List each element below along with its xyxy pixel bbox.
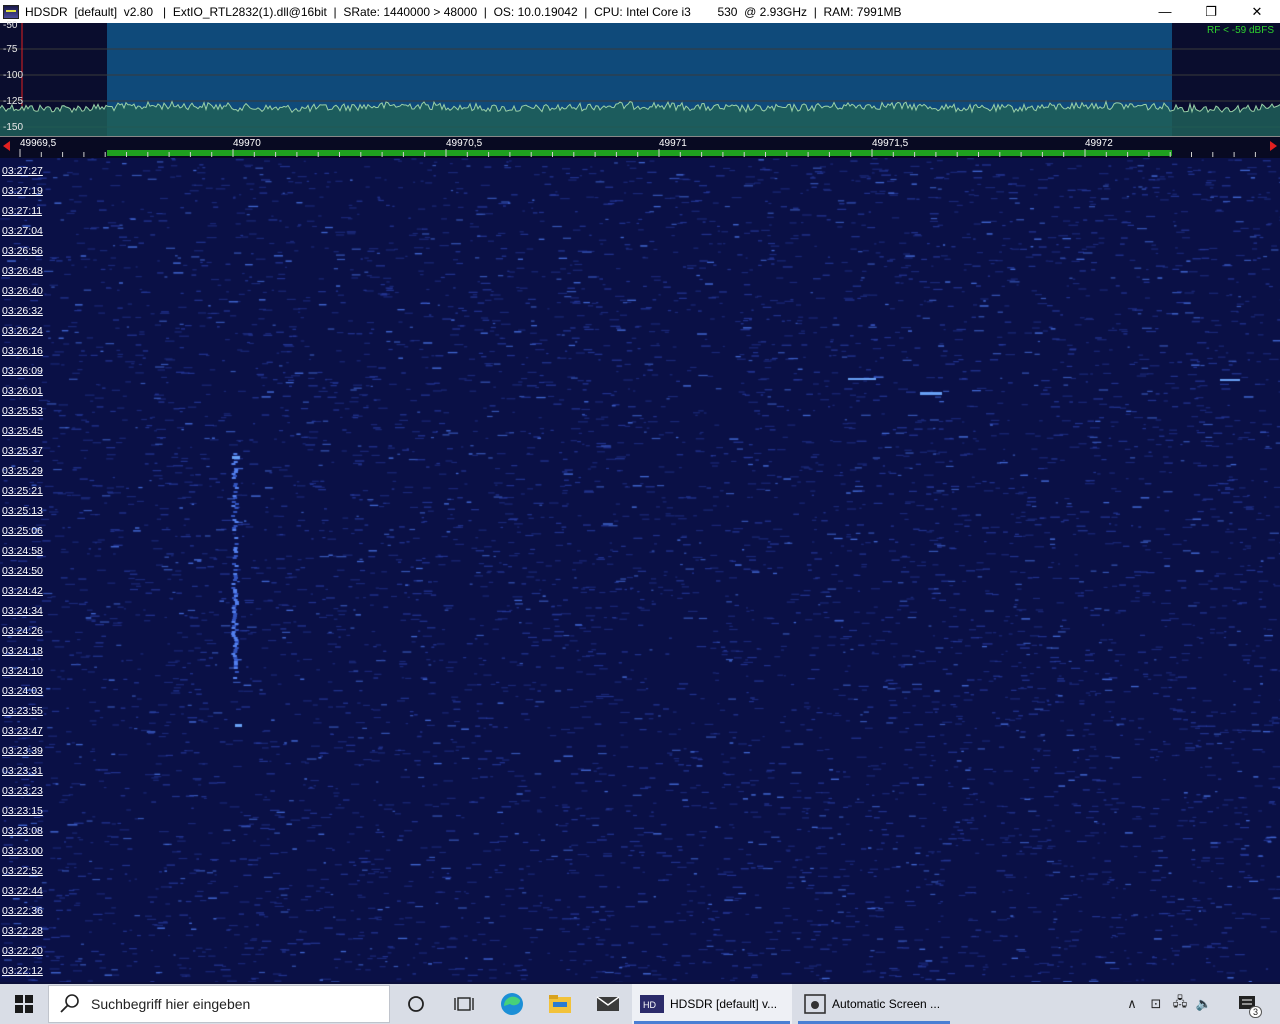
waterfall-canvas bbox=[0, 158, 1280, 982]
timestamp-label: 03:23:15 bbox=[2, 805, 43, 817]
volume-icon[interactable]: 🔈 bbox=[1192, 984, 1216, 1024]
timestamp-label: 03:26:32 bbox=[2, 305, 43, 317]
timestamp-label: 03:24:26 bbox=[2, 625, 43, 637]
timestamp-label: 03:27:27 bbox=[2, 165, 43, 177]
start-button[interactable] bbox=[0, 984, 48, 1024]
title-bar: HDSDR [default] v2.80 | ExtIO_RTL2832(1)… bbox=[0, 0, 1280, 24]
edge-browser-button[interactable] bbox=[488, 984, 536, 1024]
timestamp-label: 03:22:52 bbox=[2, 865, 43, 877]
edge-icon bbox=[501, 993, 523, 1015]
action-center-button[interactable]: 3 bbox=[1216, 984, 1280, 1024]
cortana-button[interactable] bbox=[392, 984, 440, 1024]
network-icon[interactable]: 🖧 bbox=[1168, 984, 1192, 1024]
db-label: -125 bbox=[3, 96, 24, 107]
timestamp-label: 03:22:12 bbox=[2, 965, 43, 977]
cortana-circle-icon bbox=[408, 996, 424, 1012]
timestamp-label: 03:24:03 bbox=[2, 685, 43, 697]
mail-button[interactable] bbox=[584, 984, 632, 1024]
taskbar-app-label: HDSDR [default] v... bbox=[670, 997, 778, 1011]
minimize-button[interactable]: — bbox=[1142, 0, 1188, 23]
taskbar-search-box[interactable]: Suchbegriff hier eingeben bbox=[48, 985, 390, 1023]
timestamp-label: 03:26:01 bbox=[2, 385, 43, 397]
timestamp-label: 03:26:56 bbox=[2, 245, 43, 257]
timestamp-label: 03:23:47 bbox=[2, 725, 43, 737]
frequency-scale[interactable]: 49969,5 49970 49970,5 49971 49971,5 4997… bbox=[0, 136, 1280, 158]
window-title: HDSDR [default] v2.80 | ExtIO_RTL2832(1)… bbox=[25, 4, 902, 19]
timestamp-label: 03:24:42 bbox=[2, 585, 43, 597]
timestamp-label: 03:26:24 bbox=[2, 325, 43, 337]
timestamp-label: 03:24:34 bbox=[2, 605, 43, 617]
search-placeholder: Suchbegriff hier eingeben bbox=[91, 996, 251, 1012]
search-icon bbox=[60, 994, 79, 1013]
db-label: -75 bbox=[3, 44, 18, 55]
device-icon[interactable]: ⊡ bbox=[1144, 984, 1168, 1024]
timestamp-label: 03:24:18 bbox=[2, 645, 43, 657]
timestamp-label: 03:26:48 bbox=[2, 265, 43, 277]
rf-level-status: RF < -59 dBFS bbox=[1207, 25, 1274, 36]
hdsdr-app-icon[interactable] bbox=[3, 4, 19, 19]
waterfall-display[interactable]: 03:27:27 03:27:19 03:27:11 03:27:04 03:26:56… bbox=[0, 158, 1280, 982]
timestamp-label: 03:25:13 bbox=[2, 505, 43, 517]
timestamp-label: 03:26:16 bbox=[2, 345, 43, 357]
timestamp-label: 03:25:37 bbox=[2, 445, 43, 457]
timestamp-label: 03:23:39 bbox=[2, 745, 43, 757]
timestamp-label: 03:25:45 bbox=[2, 425, 43, 437]
taskbar-app-label: Automatic Screen ... bbox=[832, 997, 941, 1011]
db-label: -50 bbox=[3, 20, 18, 31]
windows-taskbar: Suchbegriff hier eingeben HD HDSDR [defa… bbox=[0, 984, 1280, 1024]
show-hidden-icons-chevron-icon[interactable]: ∧ bbox=[1120, 984, 1144, 1024]
camera-app-icon bbox=[804, 994, 826, 1014]
taskbar-app-hdsdr[interactable]: HD HDSDR [default] v... bbox=[632, 984, 792, 1024]
timestamp-label: 03:23:55 bbox=[2, 705, 43, 717]
notification-count-badge: 3 bbox=[1248, 1006, 1262, 1018]
folder-icon bbox=[549, 995, 571, 1013]
timestamp-label: 03:26:40 bbox=[2, 285, 43, 297]
file-explorer-button[interactable] bbox=[536, 984, 584, 1024]
timestamp-label: 03:27:04 bbox=[2, 225, 43, 237]
timestamp-label: 03:27:19 bbox=[2, 185, 43, 197]
task-view-button[interactable] bbox=[440, 984, 488, 1024]
windows-logo-icon bbox=[15, 995, 33, 1013]
window-controls: — ❐ ✕ bbox=[1142, 0, 1280, 23]
timestamp-label: 03:23:23 bbox=[2, 785, 43, 797]
svg-text:HD: HD bbox=[643, 1000, 656, 1010]
mail-icon bbox=[596, 996, 620, 1011]
timestamp-label: 03:25:29 bbox=[2, 465, 43, 477]
scale-ticks bbox=[19, 149, 1256, 157]
spectrum-display[interactable]: -50 -75 -100 -125 -150 RF < -59 dBFS bbox=[0, 20, 1280, 136]
hdsdr-taskbar-icon: HD bbox=[640, 995, 664, 1013]
timestamp-label: 03:23:31 bbox=[2, 765, 43, 777]
timestamp-label: 03:24:58 bbox=[2, 545, 43, 557]
task-view-icon bbox=[454, 997, 474, 1011]
timestamp-label: 03:23:08 bbox=[2, 825, 43, 837]
timestamp-label: 03:25:21 bbox=[2, 485, 43, 497]
timestamp-label: 03:25:53 bbox=[2, 405, 43, 417]
timestamp-label: 03:25:06 bbox=[2, 525, 43, 537]
timestamp-label: 03:22:36 bbox=[2, 905, 43, 917]
system-tray: ∧ ⊡ 🖧 🔈 3 bbox=[1120, 984, 1280, 1024]
timestamp-label: 03:22:28 bbox=[2, 925, 43, 937]
timestamp-label: 03:22:20 bbox=[2, 945, 43, 957]
db-label: -150 bbox=[3, 122, 24, 133]
timestamp-label: 03:27:11 bbox=[2, 205, 43, 217]
restore-button[interactable]: ❐ bbox=[1188, 0, 1234, 23]
scroll-right-arrow-icon[interactable] bbox=[1270, 141, 1277, 151]
timestamp-label: 03:22:44 bbox=[2, 885, 43, 897]
close-button[interactable]: ✕ bbox=[1234, 0, 1280, 23]
taskbar-app-automatic-screen[interactable]: Automatic Screen ... bbox=[796, 984, 952, 1024]
timestamp-label: 03:23:00 bbox=[2, 845, 43, 857]
timestamp-label: 03:26:09 bbox=[2, 365, 43, 377]
spectrum-plot bbox=[0, 23, 1280, 136]
db-label: -100 bbox=[3, 70, 24, 81]
timestamp-label: 03:24:50 bbox=[2, 565, 43, 577]
timestamp-label: 03:24:10 bbox=[2, 665, 43, 677]
